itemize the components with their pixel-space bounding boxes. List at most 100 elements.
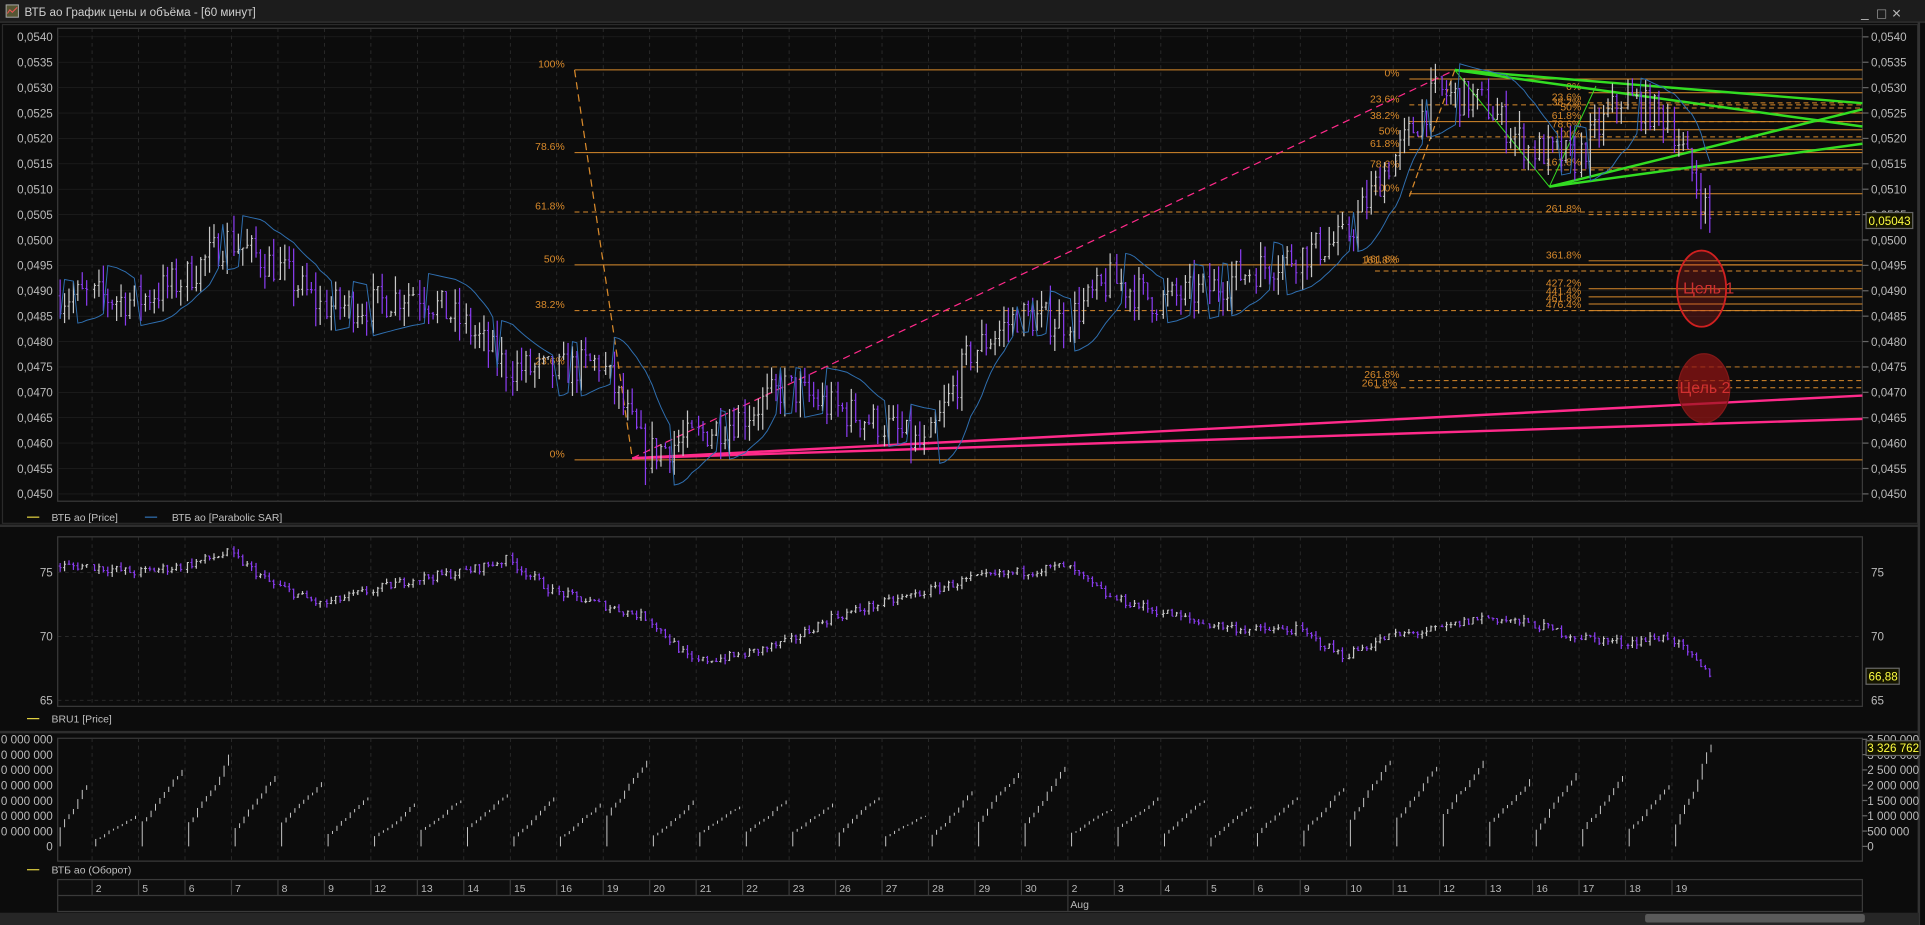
target-1-label: Цель 1: [1683, 281, 1734, 298]
close-button[interactable]: ×: [1892, 5, 1901, 22]
date-label: 23: [793, 884, 805, 895]
title-bar: ВТБ ао График цены и объёма - [60 минут]…: [0, 0, 1925, 23]
price-last-value-badge: 0,05043: [1865, 211, 1914, 230]
volume-axis-label-left: 0 000 000: [1, 764, 53, 777]
bru-plot-area[interactable]: [57, 536, 1864, 707]
price-axis-label-left: 0,0505: [17, 209, 53, 222]
price-axis-label-left: 0,0460: [17, 437, 53, 450]
bru-axis-label-right: 75: [1871, 567, 1884, 580]
price-axis-label-left: 0,0450: [17, 488, 53, 501]
date-label: 18: [1629, 884, 1641, 895]
fib-level-label: 23.6%: [1370, 94, 1400, 105]
price-axis-label-right: 0,0520: [1871, 133, 1907, 146]
price-axis-label-left: 0,0465: [17, 412, 53, 425]
fib-level-label: 38.2%: [1370, 111, 1400, 122]
fib-level-label: 0%: [1384, 69, 1399, 80]
price-axis-label-left: 0,0480: [17, 336, 53, 349]
price-axis-label-right: 0,0515: [1871, 158, 1907, 171]
date-label: 12: [375, 884, 387, 895]
window-title: ВТБ ао График цены и объёма - [60 минут]: [25, 6, 256, 19]
price-axis-label-right: 0,0475: [1871, 361, 1907, 374]
volume-axis-label-left: 0 000 000: [1, 734, 53, 747]
bru-axis-label-left: 70: [40, 631, 53, 644]
date-label: 26: [839, 884, 851, 895]
volume-axis-label-right: 2 000 000: [1867, 780, 1919, 793]
date-label: 15: [514, 884, 526, 895]
fib-level-label: 161.8%: [1364, 254, 1399, 265]
price-axis-label-right: 0,0450: [1871, 488, 1907, 501]
bru-axis-label-right: 70: [1871, 631, 1884, 644]
date-label: 4: [1165, 884, 1171, 895]
bru-last-value: 66,88: [1869, 671, 1898, 684]
date-label: 28: [932, 884, 944, 895]
bru-axis-label-right: 65: [1871, 694, 1884, 707]
price-axis-label-right: 0,0495: [1871, 260, 1907, 273]
legend-price[interactable]: ВТБ ао [Price]: [52, 513, 118, 524]
price-axis-label-right: 0,0525: [1871, 107, 1907, 120]
legend-bru[interactable]: BRU1 [Price]: [52, 714, 112, 725]
date-label: 19: [607, 884, 619, 895]
volume-axis-label-right: 1 500 000: [1867, 795, 1919, 808]
date-label: 9: [328, 884, 334, 895]
price-axis-label-left: 0,0490: [17, 285, 53, 298]
date-label: 5: [142, 884, 148, 895]
price-axis-label-right: 0,0490: [1871, 285, 1907, 298]
volume-axis-label-left: 0 000 000: [1, 749, 53, 762]
price-axis-label-left: 0,0485: [17, 310, 53, 323]
volume-axis-label-right: 500 000: [1867, 825, 1910, 838]
date-label: 10: [1350, 884, 1362, 895]
minimize-button[interactable]: _: [1860, 5, 1869, 20]
price-axis-label-right: 0,0535: [1871, 57, 1907, 70]
date-label: 7: [235, 884, 241, 895]
fib-level-label: 0%: [550, 449, 565, 460]
fib-level-label: 261.8%: [1546, 204, 1581, 215]
volume-axis-label-right: 1 000 000: [1867, 810, 1919, 823]
horizontal-scrollbar[interactable]: [0, 912, 1919, 925]
price-axis-label-left: 0,0515: [17, 158, 53, 171]
price-axis-label-right: 0,0510: [1871, 183, 1907, 196]
price-axis-label-right: 0,0455: [1871, 463, 1907, 476]
fib-level-label: 161.8%: [1546, 157, 1581, 168]
price-axis-label-right: 0,0460: [1871, 437, 1907, 450]
bru-axis-label-left: 75: [40, 567, 53, 580]
price-axis-label-right: 0,0470: [1871, 387, 1907, 400]
date-axis: Aug 2 5 6 7 8 9 12 13 14 15 16 19 20 21 22 23 26 27 28 29 30…: [57, 878, 1864, 913]
fib-level-label: 361.8%: [1546, 250, 1581, 261]
maximize-button[interactable]: □: [1877, 6, 1886, 22]
fib-level-label: 100%: [1373, 183, 1400, 194]
date-label: 17: [1583, 884, 1595, 895]
date-label: 2: [96, 884, 102, 895]
date-label: 13: [1490, 884, 1502, 895]
chart-window-icon: [5, 4, 19, 18]
date-label: 19: [1676, 884, 1688, 895]
date-label: 27: [886, 884, 898, 895]
date-label: 2: [1072, 884, 1078, 895]
price-axis-label-right: 0,0530: [1871, 82, 1907, 95]
date-label: 11: [1397, 884, 1408, 895]
price-axis-label-right: 0,0465: [1871, 412, 1907, 425]
legend-volume[interactable]: ВТБ ао (Оборот): [52, 864, 132, 876]
legend-sar[interactable]: ВТБ ао [Parabolic SAR]: [172, 513, 282, 524]
volume-axis-label-left: 0: [46, 841, 53, 854]
date-label: 12: [1443, 884, 1455, 895]
date-label: 16: [560, 884, 572, 895]
price-axis-label-left: 0,0475: [17, 361, 53, 374]
volume-axis-label-left: 0 000 000: [1, 825, 53, 838]
fib-level-label: 50%: [1379, 126, 1400, 137]
price-axis-label-left: 0,0495: [17, 260, 53, 273]
date-label: 8: [282, 884, 288, 895]
fib-level-label: 61.8%: [535, 202, 565, 213]
volume-axis-label-right: 0: [1867, 841, 1874, 854]
date-label: 14: [468, 884, 480, 895]
date-label: 6: [1257, 884, 1263, 895]
scrollbar-thumb[interactable]: [1645, 913, 1865, 923]
price-axis-label-left: 0,0520: [17, 133, 53, 146]
date-label: 9: [1304, 884, 1310, 895]
fib-level-label: 61.8%: [1370, 139, 1400, 150]
price-axis-label-left: 0,0510: [17, 183, 53, 196]
date-label: 30: [1025, 884, 1037, 895]
date-label: 3: [1118, 884, 1124, 895]
price-axis-label-left: 0,0470: [17, 387, 53, 400]
volume-axis-label-left: 0 000 000: [1, 795, 53, 808]
date-label: 6: [189, 884, 195, 895]
